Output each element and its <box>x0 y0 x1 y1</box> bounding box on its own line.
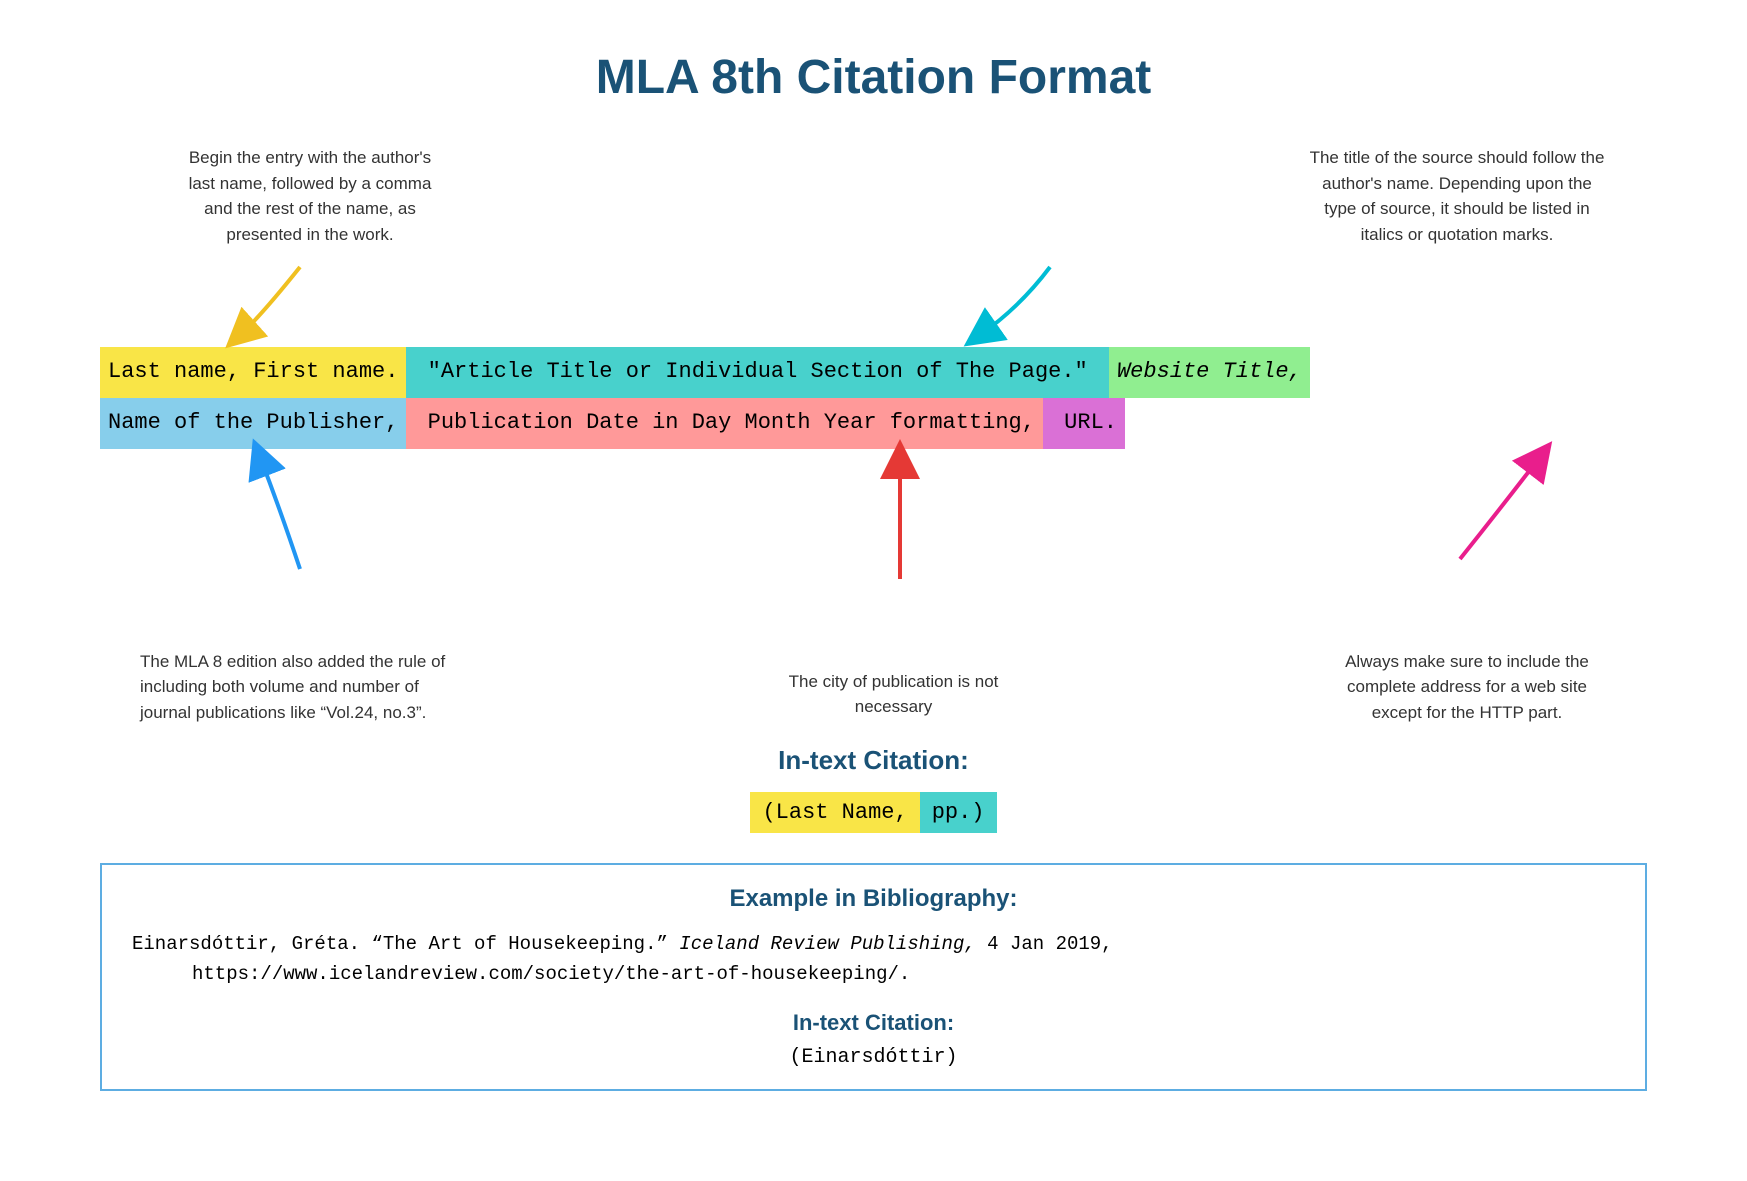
intext-citation-section: In-text Citation: (Last Name, pp.) <box>60 745 1687 833</box>
intext-pp: pp.) <box>920 792 997 833</box>
seg-website-title: Website Title, <box>1109 347 1310 398</box>
example-bibliography: Einarsdóttir, Gréta. “The Art of Houseke… <box>132 929 1615 990</box>
annotation-url: Always make sure to include the complete… <box>1327 629 1607 726</box>
bottom-area: The MLA 8 edition also added the rule of… <box>100 449 1647 726</box>
seg-url: URL. <box>1043 398 1125 449</box>
example-intext-value: (Einarsdóttir) <box>132 1046 1615 1069</box>
arrows-top <box>100 257 1647 347</box>
intext-citation-label: In-text Citation: <box>60 745 1687 776</box>
annotation-city: The city of publication is not necessary <box>784 629 1004 726</box>
seg-last-name: Last name, First name. <box>100 347 406 398</box>
annotation-title: The title of the source should follow th… <box>1307 145 1627 247</box>
example-title: Example in Bibliography: <box>132 885 1615 913</box>
intext-last-name: (Last Name, <box>750 792 919 833</box>
annotation-author: Begin the entry with the author's last n… <box>120 145 440 247</box>
arrows-svg-top <box>100 257 1747 347</box>
example-intext-title: In-text Citation: <box>132 1010 1615 1036</box>
arrows-svg-bottom <box>100 449 1747 609</box>
page-title: MLA 8th Citation Format <box>60 50 1687 105</box>
citation-format: Last name, First name. "Article Title or… <box>60 347 1687 449</box>
citation-line-1: Last name, First name. "Article Title or… <box>100 347 1647 398</box>
example-section: Example in Bibliography: Einarsdóttir, G… <box>100 863 1647 1091</box>
top-annotations: Begin the entry with the author's last n… <box>60 145 1687 247</box>
bottom-annotations: The MLA 8 edition also added the rule of… <box>100 609 1647 726</box>
bib-line2: https://www.icelandreview.com/society/th… <box>132 959 1615 989</box>
seg-publisher: Name of the Publisher, <box>100 398 406 449</box>
intext-citation-box: (Last Name, pp.) <box>750 792 996 833</box>
bib-line1: Einarsdóttir, Gréta. “The Art of Houseke… <box>132 933 1113 955</box>
seg-article-title: "Article Title or Individual Section of … <box>406 347 1109 398</box>
citation-line-2: Name of the Publisher, Publication Date … <box>100 398 1647 449</box>
seg-pub-date: Publication Date in Day Month Year forma… <box>406 398 1043 449</box>
annotation-volume: The MLA 8 edition also added the rule of… <box>140 629 460 726</box>
